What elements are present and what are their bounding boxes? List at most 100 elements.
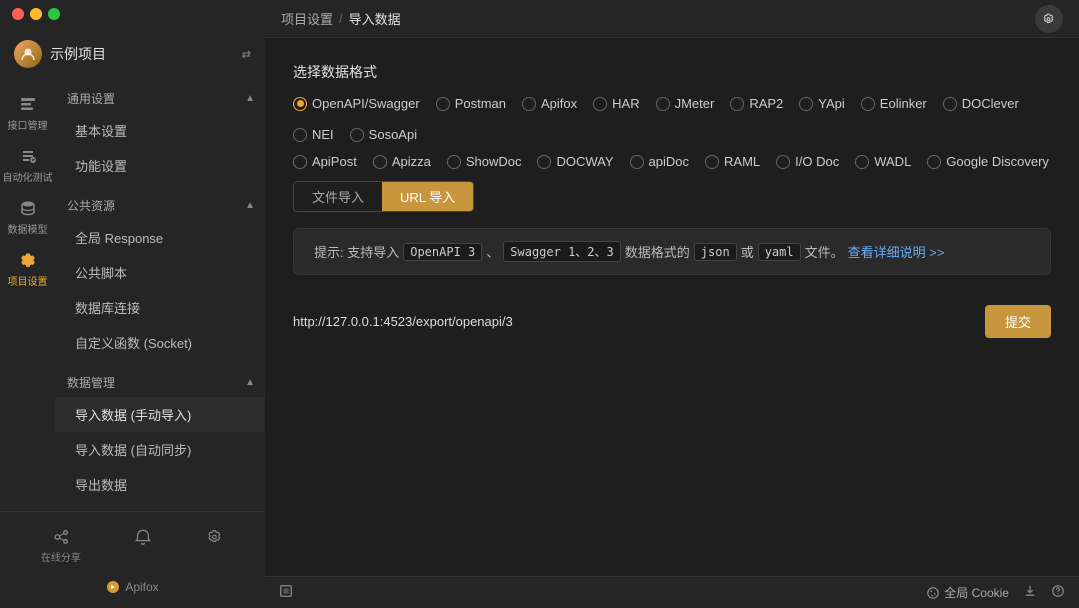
format-radio-circle-googlediscovery	[927, 155, 941, 169]
sidebar-bottom-icons: 在线分享	[0, 522, 265, 570]
format-label-rap2: RAP2	[749, 96, 783, 111]
format-radio-circle-sosoapi	[350, 128, 364, 142]
format-row-1: OpenAPI/Swagger Postman Apifox HAR JMeter RAP…	[293, 96, 1051, 142]
sidebar-section-public-label: 公共资源	[67, 197, 115, 214]
content-area: 选择数据格式 OpenAPI/SwaggerPostmanApifoxHARJM…	[265, 38, 1079, 576]
sidebar-bottom: 在线分享 Apifox	[0, 511, 265, 608]
project-expand-icon[interactable]: ⇄	[242, 48, 251, 61]
chevron-up-icon-2: ▲	[245, 200, 255, 211]
traffic-light-green[interactable]	[48, 8, 60, 20]
format-radio-nei[interactable]: NEI	[293, 127, 334, 142]
traffic-light-red[interactable]	[12, 8, 24, 20]
format-radio-circle-showdoc	[447, 155, 461, 169]
format-radio-circle-rap2	[730, 97, 744, 111]
sidebar-item-customfunc[interactable]: 自定义函数 (Socket)	[55, 325, 265, 360]
bell-icon[interactable]	[134, 528, 152, 564]
sidebar-section-data-label: 数据管理	[67, 374, 115, 391]
sidebar-icon-datamodel[interactable]: 数据模型	[0, 190, 55, 242]
avatar	[14, 40, 42, 68]
format-label-wadl: WADL	[874, 154, 911, 169]
format-label-doclever: DOClever	[962, 96, 1019, 111]
format-row-2: ApiPost Apizza ShowDoc DOCWAY apiDoc RAML I/O …	[293, 154, 1051, 169]
format-radio-circle-docway	[537, 155, 551, 169]
sidebar-item-import-auto[interactable]: 导入数据 (自动同步)	[55, 432, 265, 467]
breadcrumb-current: 导入数据	[349, 9, 401, 28]
download-icon[interactable]	[1023, 584, 1037, 601]
format-radio-circle-apifox	[522, 97, 536, 111]
format-radio-postman[interactable]: Postman	[436, 96, 506, 111]
format-radio-doclever[interactable]: DOClever	[943, 96, 1019, 111]
format-radio-wadl[interactable]: WADL	[855, 154, 911, 169]
format-radio-circle-iodoc	[776, 155, 790, 169]
gear-icon[interactable]	[206, 528, 224, 564]
format-radio-jmeter[interactable]: JMeter	[656, 96, 715, 111]
format-radio-circle-apizza	[373, 155, 387, 169]
sidebar-section-data[interactable]: 数据管理 ▲	[55, 366, 265, 397]
format-label-postman: Postman	[455, 96, 506, 111]
format-radio-rap2[interactable]: RAP2	[730, 96, 783, 111]
format-radio-sosoapi[interactable]: SosoApi	[350, 127, 417, 142]
sidebar: 示例项目 ⇄ 接口管理 自动化测试	[0, 0, 265, 608]
format-radio-openapi[interactable]: OpenAPI/Swagger	[293, 96, 420, 111]
sidebar-section-public[interactable]: 公共资源 ▲	[55, 189, 265, 220]
sidebar-item-export[interactable]: 导出数据	[55, 467, 265, 502]
format-label-docway: DOCWAY	[556, 154, 613, 169]
format-radio-docway[interactable]: DOCWAY	[537, 154, 613, 169]
sidebar-icon-settings[interactable]: 项目设置	[0, 242, 55, 294]
sidebar-icon-interface[interactable]: 接口管理	[0, 86, 55, 138]
format-radio-apipost[interactable]: ApiPost	[293, 154, 357, 169]
sidebar-item-database[interactable]: 数据库连接	[55, 290, 265, 325]
main-area: 项目设置 / 导入数据 选择数据格式 OpenAPI/SwaggerPostma…	[265, 0, 1079, 608]
hint-prefix: 提示: 支持导入	[314, 242, 399, 261]
format-radio-apizza[interactable]: Apizza	[373, 154, 431, 169]
format-radio-eolinker[interactable]: Eolinker	[861, 96, 927, 111]
format-label-iodoc: I/O Doc	[795, 154, 839, 169]
format-radio-circle-apidoc	[630, 155, 644, 169]
import-tab-file[interactable]: 文件导入	[294, 182, 382, 211]
format-radio-circle-nei	[293, 128, 307, 142]
sidebar-icon-interface-label: 接口管理	[8, 117, 48, 132]
bottombar: 全局 Cookie	[265, 576, 1079, 608]
cookie-button[interactable]: 全局 Cookie	[926, 584, 1009, 601]
hint-code1: OpenAPI 3	[403, 243, 482, 261]
format-label-showdoc: ShowDoc	[466, 154, 522, 169]
sidebar-item-script[interactable]: 公共脚本	[55, 255, 265, 290]
project-name: 示例项目	[50, 44, 234, 64]
sidebar-item-function[interactable]: 功能设置	[55, 148, 265, 183]
format-label-nei: NEI	[312, 127, 334, 142]
sidebar-item-response[interactable]: 全局 Response	[55, 220, 265, 255]
format-radio-circle-doclever	[943, 97, 957, 111]
topbar-settings-button[interactable]	[1035, 5, 1063, 33]
apifox-label: Apifox	[125, 580, 158, 594]
import-tab-url[interactable]: URL 导入	[382, 182, 473, 211]
format-radio-circle-raml	[705, 155, 719, 169]
import-tabs: 文件导入URL 导入	[293, 181, 474, 212]
url-input[interactable]	[293, 314, 973, 329]
submit-button[interactable]: 提交	[985, 305, 1051, 338]
traffic-light-yellow[interactable]	[30, 8, 42, 20]
sidebar-section-general[interactable]: 通用设置 ▲	[55, 82, 265, 113]
format-radio-har[interactable]: HAR	[593, 96, 639, 111]
sidebar-item-import-manual[interactable]: 导入数据 (手动导入)	[55, 397, 265, 432]
sidebar-item-basic[interactable]: 基本设置	[55, 113, 265, 148]
hint-link[interactable]: 查看详细说明 >>	[848, 242, 945, 261]
format-radio-yapi[interactable]: YApi	[799, 96, 845, 111]
online-share-label: 在线分享	[41, 549, 81, 564]
help-icon[interactable]	[1051, 584, 1065, 601]
format-radio-apidoc[interactable]: apiDoc	[630, 154, 689, 169]
online-share-icon[interactable]: 在线分享	[41, 528, 81, 564]
breadcrumb: 项目设置 / 导入数据	[281, 9, 401, 28]
format-radio-raml[interactable]: RAML	[705, 154, 760, 169]
chevron-up-icon-3: ▲	[245, 377, 255, 388]
format-radio-iodoc[interactable]: I/O Doc	[776, 154, 839, 169]
hint-code3: json	[694, 243, 737, 261]
format-radio-apifox[interactable]: Apifox	[522, 96, 577, 111]
sidebar-project-header[interactable]: 示例项目 ⇄	[0, 30, 265, 78]
format-radio-showdoc[interactable]: ShowDoc	[447, 154, 522, 169]
hint-sep1: 、	[486, 242, 499, 261]
expand-icon[interactable]	[279, 584, 293, 601]
format-radio-googlediscovery[interactable]: Google Discovery	[927, 154, 1049, 169]
sidebar-icon-autotest-label: 自动化测试	[3, 169, 53, 184]
sidebar-icon-autotest[interactable]: 自动化测试	[0, 138, 55, 190]
breadcrumb-parent[interactable]: 项目设置	[281, 9, 333, 28]
